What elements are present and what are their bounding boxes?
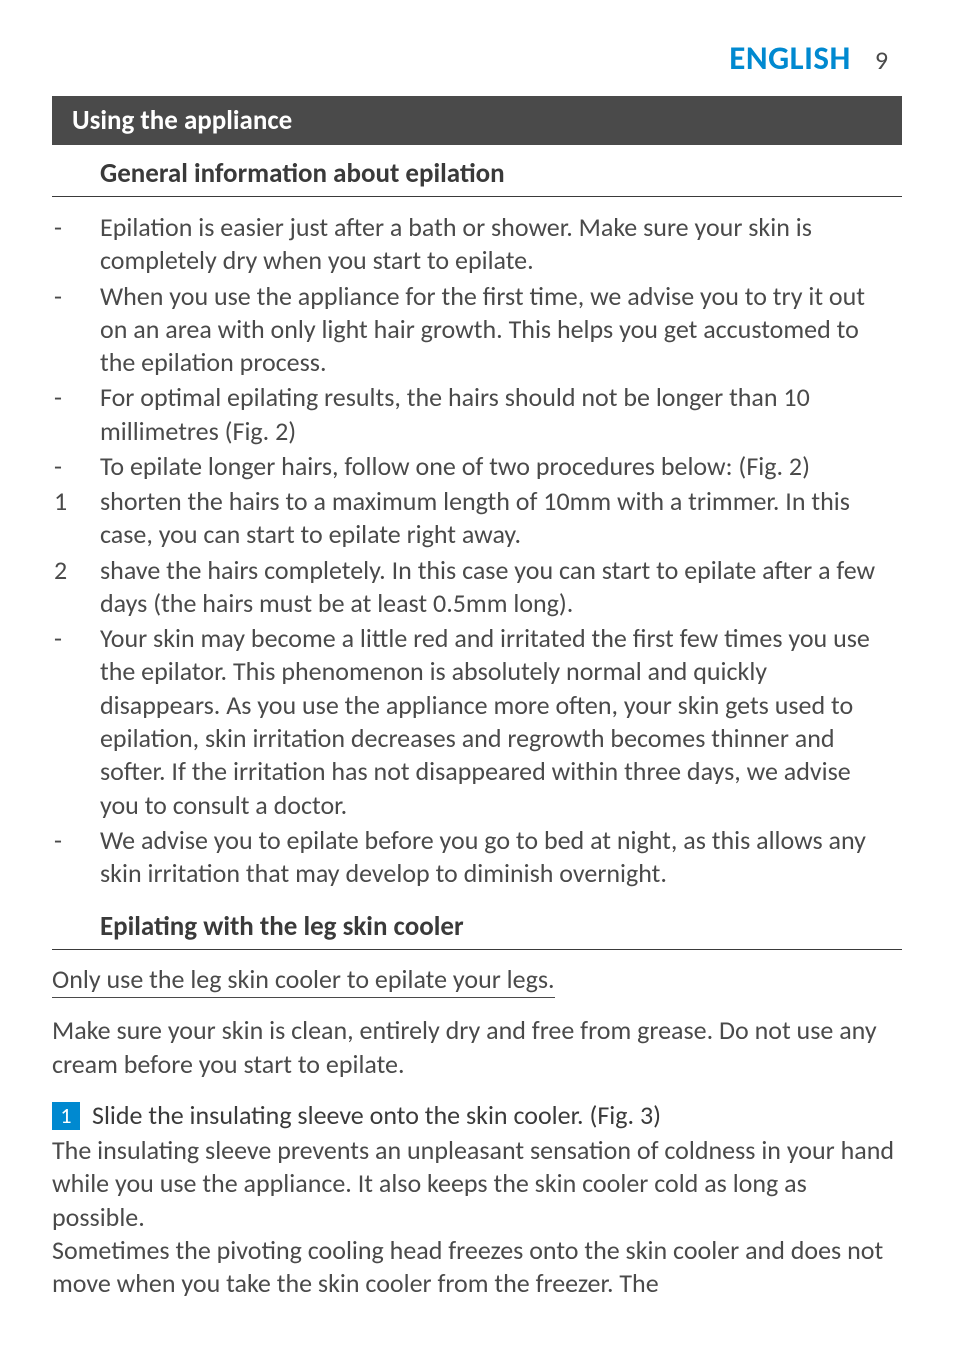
step-number-badge: 1 <box>52 1102 80 1130</box>
list-item: - We advise you to epilate before you go… <box>52 824 892 891</box>
list-text: For optimal epilating results, the hairs… <box>100 381 892 448</box>
bullet-list: - Epilation is easier just after a bath … <box>52 211 902 890</box>
list-marker: 2 <box>52 554 100 621</box>
list-item: - For optimal epilating results, the hai… <box>52 381 892 448</box>
list-marker: - <box>52 381 100 448</box>
page-header: ENGLISH 9 <box>52 38 902 78</box>
step-line: 1 Slide the insulating sleeve onto the s… <box>52 1099 902 1132</box>
list-item: 1 shorten the hairs to a maximum length … <box>52 485 892 552</box>
list-marker: - <box>52 450 100 483</box>
page-number: 9 <box>875 44 888 76</box>
list-text: shave the hairs completely. In this case… <box>100 554 892 621</box>
list-text: Your skin may become a little red and ir… <box>100 622 892 822</box>
list-text: shorten the hairs to a maximum length of… <box>100 485 892 552</box>
list-text: Epilation is easier just after a bath or… <box>100 211 892 278</box>
list-item: - Your skin may become a little red and … <box>52 622 892 822</box>
subsection-heading-general: General information about epilation <box>52 147 902 197</box>
list-marker: - <box>52 622 100 822</box>
list-item: - Epilation is easier just after a bath … <box>52 211 892 278</box>
underlined-note: Only use the leg skin cooler to epilate … <box>52 962 555 998</box>
step-text: Slide the insulating sleeve onto the ski… <box>92 1099 902 1132</box>
list-marker: - <box>52 211 100 278</box>
section-heading-bar: Using the appliance <box>52 96 902 145</box>
subsection-heading-skin-cooler: Epilating with the leg skin cooler <box>52 892 902 950</box>
list-text: We advise you to epilate before you go t… <box>100 824 892 891</box>
list-text: When you use the appliance for the first… <box>100 280 892 380</box>
list-item: - When you use the appliance for the fir… <box>52 280 892 380</box>
list-marker: - <box>52 824 100 891</box>
list-text: To epilate longer hairs, follow one of t… <box>100 450 892 483</box>
underlined-note-wrapper: Only use the leg skin cooler to epilate … <box>52 962 902 1014</box>
language-label: ENGLISH <box>729 38 851 78</box>
list-marker: 1 <box>52 485 100 552</box>
list-item: 2 shave the hairs completely. In this ca… <box>52 554 892 621</box>
after-step-paragraph: The insulating sleeve prevents an unplea… <box>52 1134 902 1300</box>
prep-paragraph: Make sure your skin is clean, entirely d… <box>52 1014 902 1081</box>
list-item: - To epilate longer hairs, follow one of… <box>52 450 892 483</box>
list-marker: - <box>52 280 100 380</box>
